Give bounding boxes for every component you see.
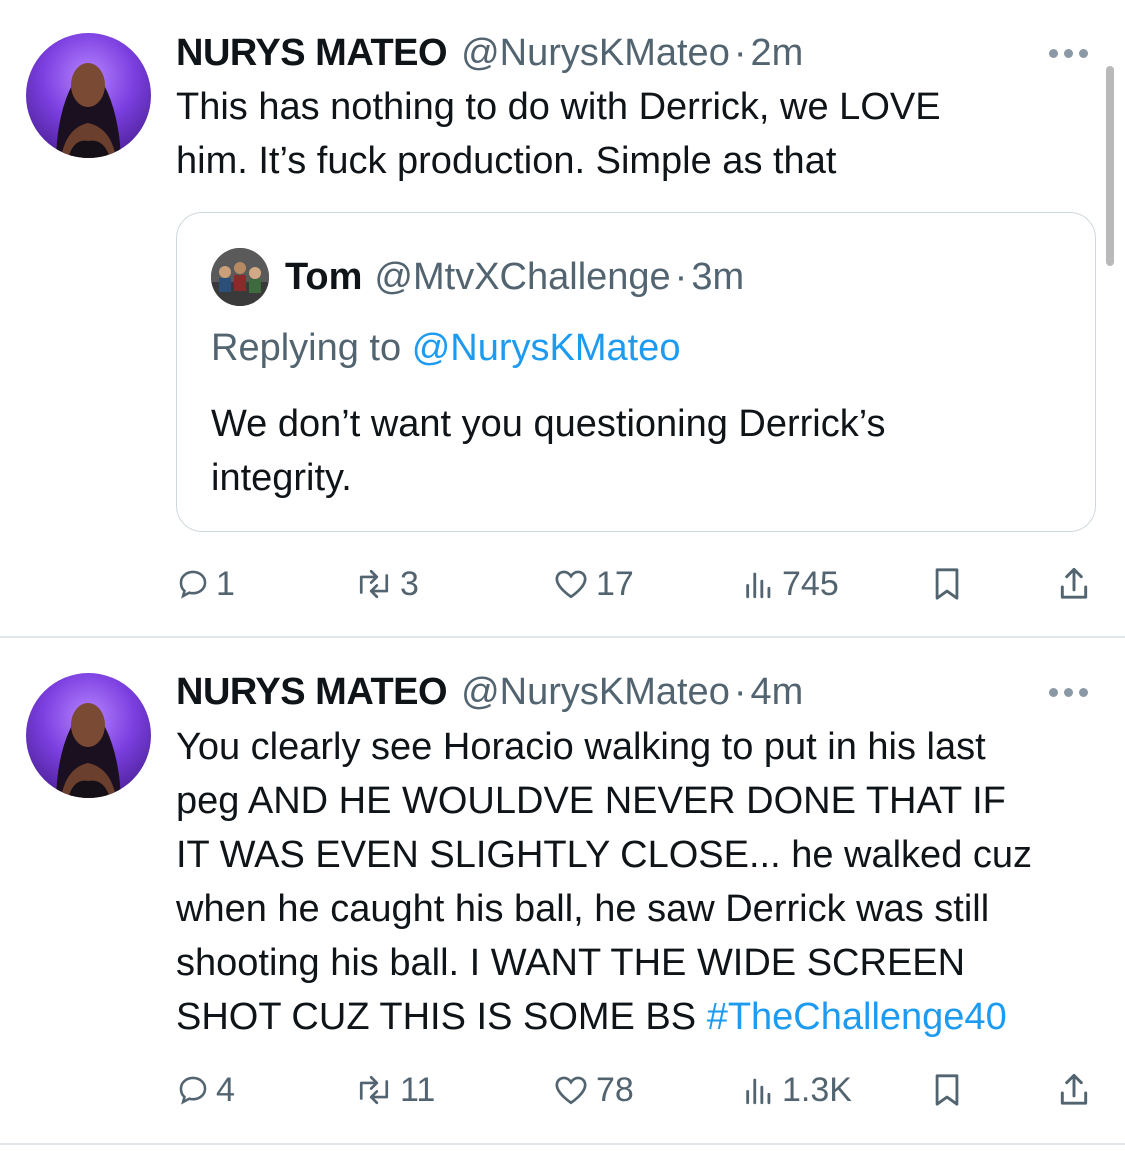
tweet-time[interactable]: 2m (750, 32, 803, 75)
repost-icon (359, 569, 389, 599)
quote-header: Tom @MtvXChallenge · 3m (211, 248, 745, 306)
author-handle[interactable]: @NurysKMateo (461, 671, 730, 714)
replying-to-label: Replying to (211, 327, 402, 369)
reply-icon (179, 570, 207, 599)
tweet-actions: 4 11 78 1.3K (176, 1065, 1106, 1115)
author-name[interactable]: NURYS MATEO (176, 671, 448, 714)
quote-time: 3m (691, 255, 745, 298)
share-icon (1060, 567, 1088, 599)
like-count: 78 (596, 1070, 634, 1109)
bookmark-icon (935, 1074, 959, 1106)
like-button[interactable]: 17 (552, 559, 634, 609)
quote-author-handle[interactable]: @MtvXChallenge (374, 256, 670, 299)
quote-text-line: We don’t want you questioning Derrick’s (211, 403, 886, 445)
tweet-1[interactable]: NURYS MATEO @NurysKMateo · 2m This has n… (0, 0, 1125, 636)
like-icon (555, 570, 587, 599)
tweet-text-line: This has nothing to do with Derrick, we … (176, 86, 941, 128)
share-button[interactable] (1056, 559, 1092, 609)
reply-button[interactable]: 4 (176, 1065, 235, 1115)
tweet-text-segment: SHOT CUZ THIS IS SOME BS (176, 996, 707, 1038)
tweet-time[interactable]: 4m (750, 671, 803, 714)
replying-to-handle[interactable]: @NurysKMateo (412, 327, 681, 369)
reply-count: 4 (216, 1070, 235, 1109)
tweet-text: This has nothing to do with Derrick, we … (176, 80, 1106, 188)
separator-dot: · (674, 255, 688, 298)
tweet-text-line: shooting his ball. I WANT THE WIDE SCREE… (176, 942, 966, 984)
separator-dot: · (733, 31, 747, 74)
tweet-actions: 1 3 17 745 (176, 559, 1106, 609)
repost-count: 3 (400, 564, 419, 603)
tweet-text-line: when he caught his ball, he saw Derrick … (176, 888, 990, 930)
more-icon[interactable] (1049, 43, 1093, 63)
repost-button[interactable]: 3 (354, 559, 419, 609)
tweet-text-line: peg AND HE WOULDVE NEVER DONE THAT IF (176, 780, 1006, 822)
views-count: 1.3K (782, 1070, 852, 1109)
views-button[interactable]: 745 (742, 559, 839, 609)
like-button[interactable]: 78 (552, 1065, 634, 1115)
hashtag-link[interactable]: #TheChallenge40 (707, 996, 1007, 1038)
quote-author-avatar (211, 248, 269, 306)
quote-text-line: integrity. (211, 457, 352, 499)
quote-author-name[interactable]: Tom (285, 256, 362, 299)
bookmark-button[interactable] (930, 559, 964, 609)
views-icon (746, 1078, 771, 1105)
tweet-text-line: You clearly see Horacio walking to put i… (176, 726, 986, 768)
replying-to: Replying to @NurysKMateo (211, 327, 680, 370)
author-avatar[interactable] (26, 33, 151, 158)
bookmark-button[interactable] (930, 1065, 964, 1115)
tweet-divider (0, 1143, 1125, 1145)
author-name[interactable]: NURYS MATEO (176, 32, 448, 75)
like-count: 17 (596, 564, 634, 603)
tweet-text-line: IT WAS EVEN SLIGHTLY CLOSE... he walked … (176, 834, 1033, 876)
group-photo-image (211, 248, 269, 306)
reply-button[interactable]: 1 (176, 559, 235, 609)
tweet-text: You clearly see Horacio walking to put i… (176, 720, 1106, 1044)
repost-icon (359, 1075, 389, 1105)
quoted-tweet[interactable]: Tom @MtvXChallenge · 3m Replying to @Nur… (176, 212, 1096, 532)
views-count: 745 (782, 564, 839, 603)
author-avatar[interactable] (26, 673, 151, 798)
tweet-header: NURYS MATEO @NurysKMateo · 4m (176, 667, 803, 717)
views-button[interactable]: 1.3K (742, 1065, 852, 1115)
tweet-text-line: him. It’s fuck production. Simple as tha… (176, 140, 837, 182)
reply-count: 1 (216, 564, 235, 603)
author-handle[interactable]: @NurysKMateo (461, 32, 730, 75)
bookmark-icon (935, 568, 959, 600)
repost-button[interactable]: 11 (354, 1065, 435, 1115)
share-button[interactable] (1056, 1065, 1092, 1115)
author-avatar-image (56, 63, 121, 158)
separator-dot: · (733, 670, 747, 713)
views-icon (746, 572, 771, 599)
author-avatar-image (56, 703, 121, 798)
like-icon (555, 1076, 587, 1105)
tweet-header: NURYS MATEO @NurysKMateo · 2m (176, 28, 803, 78)
scrollbar[interactable] (1106, 66, 1114, 266)
tweet-text-line-last: SHOT CUZ THIS IS SOME BS #TheChallenge40 (176, 990, 1106, 1044)
share-icon (1060, 1073, 1088, 1105)
reply-icon (179, 1076, 207, 1105)
repost-count: 11 (400, 1070, 436, 1109)
tweet-2[interactable]: NURYS MATEO @NurysKMateo · 4m You clearl… (0, 638, 1125, 1143)
quote-text: We don’t want you questioning Derrick’s … (211, 397, 1071, 505)
more-icon[interactable] (1049, 682, 1093, 702)
